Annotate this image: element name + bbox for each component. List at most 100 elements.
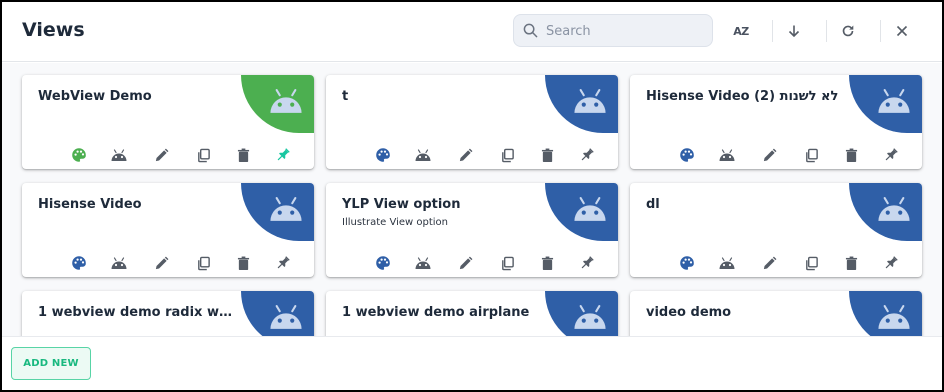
duplicate-icon	[805, 148, 818, 162]
pin-icon	[581, 256, 594, 269]
duplicate-button[interactable]	[498, 254, 516, 272]
view-card[interactable]: Hisense Video	[22, 183, 314, 277]
arrow-down-icon	[788, 25, 800, 38]
android-logo-icon	[270, 89, 302, 113]
delete-button[interactable]	[842, 146, 860, 164]
palette-icon	[376, 148, 390, 162]
pin-icon	[581, 148, 594, 161]
sort-az-button[interactable]: AZ	[728, 18, 754, 44]
android-logo-icon	[878, 197, 910, 221]
search-input[interactable]	[546, 21, 706, 41]
pin-icon	[885, 148, 898, 161]
delete-button[interactable]	[842, 254, 860, 272]
edit-icon	[459, 256, 472, 269]
duplicate-icon	[501, 256, 514, 270]
platform-badge	[849, 75, 922, 133]
palette-button[interactable]	[678, 254, 696, 272]
card-title: 1 webview demo airplane	[342, 305, 530, 320]
android-button[interactable]	[718, 146, 736, 164]
platform-badge	[241, 291, 314, 336]
add-new-button[interactable]: ADD NEW	[11, 347, 91, 380]
edit-button[interactable]	[760, 254, 778, 272]
palette-button[interactable]	[70, 146, 88, 164]
duplicate-icon	[805, 256, 818, 270]
edit-button[interactable]	[456, 146, 474, 164]
edit-button[interactable]	[456, 254, 474, 272]
dialog-header: Views AZ	[2, 2, 942, 62]
delete-icon	[237, 148, 249, 162]
edit-icon	[459, 148, 472, 161]
view-card[interactable]: YLP View option Illustrate View option	[326, 183, 618, 277]
refresh-icon	[842, 25, 854, 37]
delete-button[interactable]	[234, 146, 252, 164]
view-card[interactable]: t	[326, 75, 618, 169]
platform-badge	[241, 75, 314, 133]
edit-button[interactable]	[760, 146, 778, 164]
view-card[interactable]: WebView Demo	[22, 75, 314, 169]
android-button[interactable]	[110, 146, 128, 164]
android-button[interactable]	[414, 146, 432, 164]
duplicate-button[interactable]	[498, 146, 516, 164]
duplicate-button[interactable]	[802, 254, 820, 272]
delete-button[interactable]	[538, 254, 556, 272]
android-logo-icon	[878, 305, 910, 329]
android-icon	[415, 256, 431, 269]
pin-button[interactable]	[578, 254, 596, 272]
edit-button[interactable]	[152, 146, 170, 164]
duplicate-button[interactable]	[194, 146, 212, 164]
duplicate-icon	[501, 148, 514, 162]
android-button[interactable]	[110, 254, 128, 272]
duplicate-button[interactable]	[802, 146, 820, 164]
view-card[interactable]: dl	[630, 183, 922, 277]
view-card[interactable]: 1 webview demo radix we...	[22, 291, 314, 336]
platform-badge	[545, 291, 618, 336]
android-button[interactable]	[718, 254, 736, 272]
delete-button[interactable]	[234, 254, 252, 272]
close-button[interactable]	[889, 18, 915, 44]
android-icon	[111, 148, 127, 161]
platform-badge	[849, 291, 922, 336]
palette-button[interactable]	[70, 254, 88, 272]
palette-button[interactable]	[678, 146, 696, 164]
sort-az-icon: AZ	[733, 24, 749, 38]
pin-button[interactable]	[882, 254, 900, 272]
edit-button[interactable]	[152, 254, 170, 272]
palette-button[interactable]	[374, 254, 392, 272]
view-card[interactable]: Hisense Video (2) לא לשנות	[630, 75, 922, 169]
platform-badge	[241, 183, 314, 241]
edit-icon	[155, 148, 168, 161]
platform-badge	[849, 183, 922, 241]
android-logo-icon	[574, 89, 606, 113]
card-title: dl	[646, 197, 660, 212]
duplicate-button[interactable]	[194, 254, 212, 272]
sort-direction-button[interactable]	[781, 18, 807, 44]
search-box[interactable]	[513, 14, 713, 47]
view-card[interactable]: video demo	[630, 291, 922, 336]
palette-icon	[680, 256, 694, 270]
edit-icon	[763, 256, 776, 269]
pin-button[interactable]	[882, 146, 900, 164]
edit-icon	[155, 256, 168, 269]
delete-icon	[541, 256, 553, 270]
palette-button[interactable]	[374, 146, 392, 164]
header-divider	[880, 20, 881, 42]
delete-icon	[845, 148, 857, 162]
pin-button[interactable]	[274, 146, 292, 164]
dialog-title: Views	[22, 19, 85, 41]
refresh-button[interactable]	[835, 18, 861, 44]
pin-button[interactable]	[274, 254, 292, 272]
pin-button[interactable]	[578, 146, 596, 164]
card-title: WebView Demo	[38, 89, 152, 104]
header-divider	[826, 20, 827, 42]
android-logo-icon	[574, 197, 606, 221]
view-card[interactable]: 1 webview demo airplane	[326, 291, 618, 336]
edit-icon	[763, 148, 776, 161]
delete-icon	[237, 256, 249, 270]
card-title: t	[342, 89, 349, 104]
delete-button[interactable]	[538, 146, 556, 164]
android-icon	[719, 256, 735, 269]
palette-icon	[72, 256, 86, 270]
android-button[interactable]	[414, 254, 432, 272]
platform-badge	[545, 75, 618, 133]
duplicate-icon	[197, 148, 210, 162]
